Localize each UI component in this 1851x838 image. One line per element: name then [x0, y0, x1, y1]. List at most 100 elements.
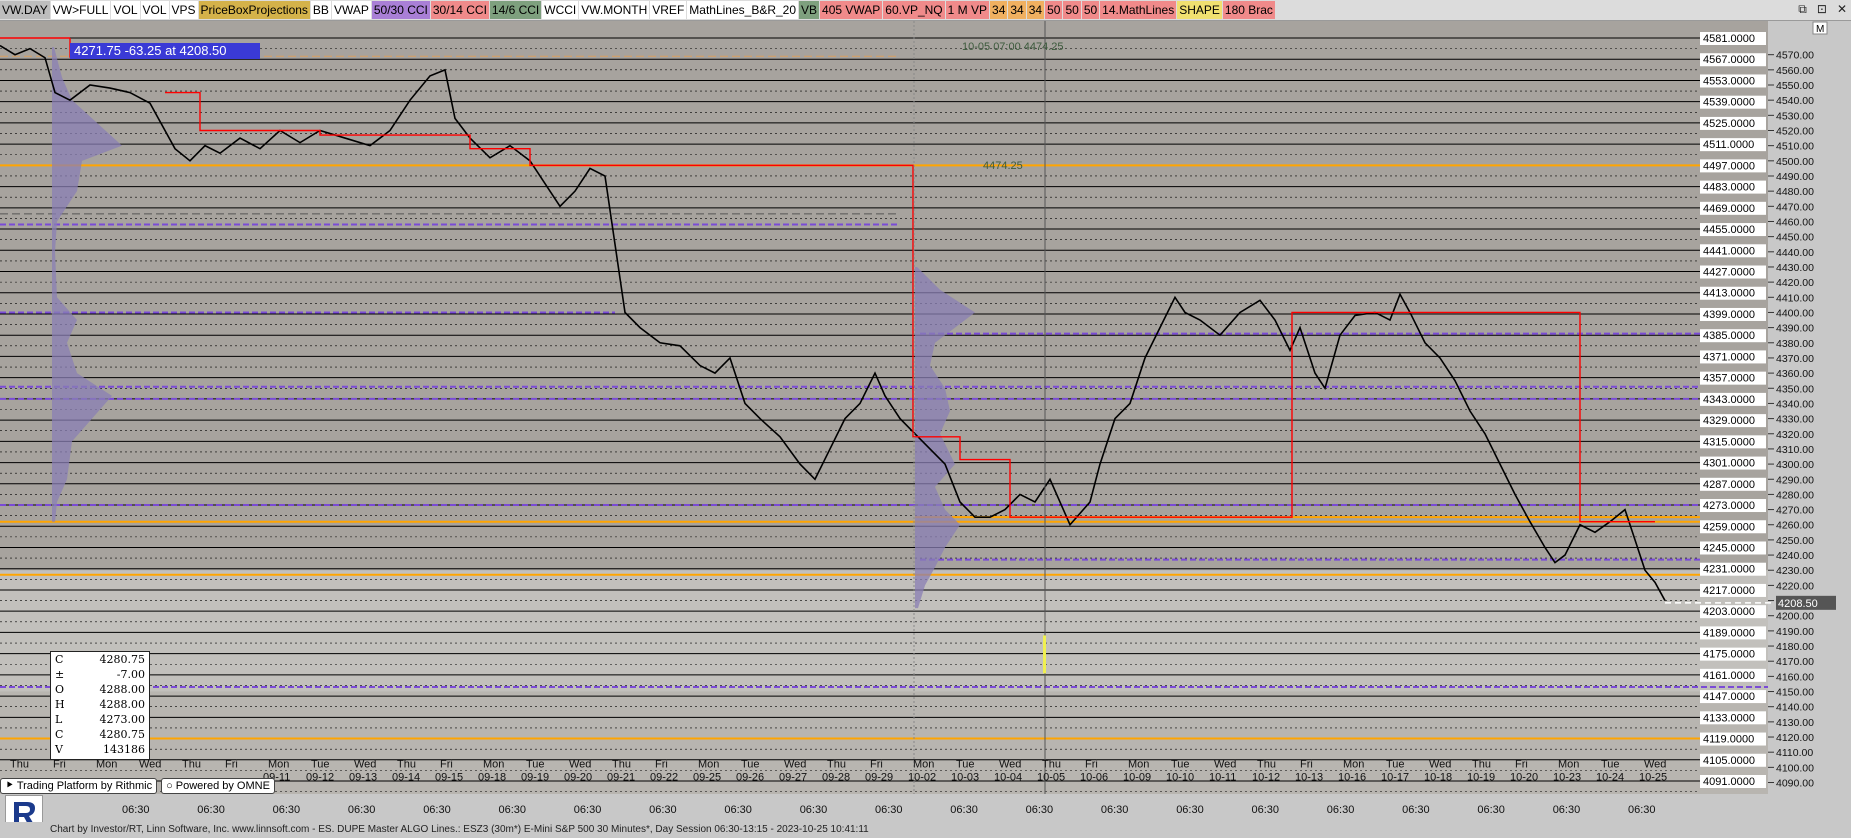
date-label: 10-18 [1424, 771, 1452, 783]
date-day-label: Mon [1343, 758, 1364, 770]
indicator-tab[interactable]: 14.MathLines [1100, 1, 1177, 19]
time-label: 06:30 [1252, 804, 1280, 816]
indicator-tab[interactable]: 1 M VP [945, 1, 990, 19]
time-label: 06:30 [1101, 804, 1129, 816]
rithmic-label: Trading Platform by Rithmic [16, 780, 153, 792]
axis-tick-label: 4110.00 [1776, 747, 1813, 759]
branding-bar: ⯈ Trading Platform by Rithmic ○ Powered … [0, 778, 279, 794]
axis-tick-label: 4100.00 [1776, 762, 1814, 774]
price-label: 4119.0000 [1703, 734, 1754, 746]
date-day-label: Fri [655, 758, 668, 770]
date-label: 10-23 [1553, 771, 1581, 783]
axis-tick-label: 4260.00 [1776, 520, 1814, 532]
date-day-label: Thu [1257, 758, 1276, 770]
axis-tick-label: 4400.00 [1776, 307, 1814, 319]
price-label: 4287.0000 [1703, 479, 1755, 491]
date-label: 09-20 [564, 771, 592, 783]
indicator-tab[interactable]: VREF [650, 1, 687, 19]
indicator-tab[interactable]: 50 [1045, 1, 1063, 19]
time-label: 06:30 [122, 804, 150, 816]
axis-tick-label: 4150.00 [1776, 687, 1814, 699]
axis-tick-label: 4180.00 [1776, 641, 1814, 653]
time-label: 06:30 [1402, 804, 1430, 816]
axis-tick-label: 4190.00 [1776, 626, 1814, 638]
footer-bar: Chart by Investor/RT, Linn Software, Inc… [0, 822, 1851, 837]
price-chart[interactable]: 4271.75 -63.25 at 4208.50 10-05 07:00 447… [0, 21, 1851, 822]
date-day-label: Fri [225, 758, 238, 770]
lower-band [0, 570, 1768, 692]
maximize-icon[interactable]: ⊡ [1817, 2, 1827, 17]
ohlc-key: C [55, 728, 64, 741]
axis-tick-label: 4140.00 [1776, 702, 1814, 714]
play-icon: ⯈ [5, 779, 14, 792]
date-label: 09-14 [392, 771, 420, 783]
indicator-tab[interactable]: SHAPE [1177, 1, 1222, 19]
indicator-tab[interactable]: 405 VWAP [820, 1, 883, 19]
indicator-tab[interactable]: VWAP [331, 1, 371, 19]
price-label: 4483.0000 [1703, 182, 1755, 194]
axis-tick-label: 4290.00 [1776, 474, 1814, 486]
indicator-tab[interactable]: VW.DAY [0, 1, 50, 19]
date-label: 10-04 [994, 771, 1022, 783]
axis-tick-label: 4280.00 [1776, 489, 1814, 501]
restore-icon[interactable]: ⧉ [1798, 2, 1807, 17]
date-day-label: Fri [1085, 758, 1098, 770]
omne-badge[interactable]: ○ Powered by OMNE [161, 778, 275, 794]
date-day-label: Fri [1515, 758, 1528, 770]
indicator-tab[interactable]: 50/30 CCI [371, 1, 430, 19]
time-label: 06:30 [649, 804, 677, 816]
indicator-tab[interactable]: VW>FULL [50, 1, 111, 19]
indicator-tab[interactable]: 30/14 CCI [430, 1, 489, 19]
date-day-label: Mon [483, 758, 504, 770]
indicator-tab[interactable]: VW.MONTH [579, 1, 650, 19]
axis-tick-label: 4230.00 [1776, 565, 1814, 577]
indicator-tab[interactable]: VPS [169, 1, 198, 19]
indicator-tab[interactable]: WCCI [542, 1, 579, 19]
close-icon[interactable]: ✕ [1837, 2, 1847, 17]
date-day-label: Wed [569, 758, 591, 770]
ohlc-key: H [55, 698, 65, 711]
date-day-label: Thu [827, 758, 846, 770]
indicator-tab[interactable]: 34 [1008, 1, 1026, 19]
indicator-tab[interactable]: 50 [1063, 1, 1081, 19]
date-day-label: Mon [913, 758, 934, 770]
indicator-tab[interactable]: VOL [140, 1, 169, 19]
indicator-tab[interactable]: 34 [990, 1, 1008, 19]
indicator-tab[interactable]: 60.VP_NQ [883, 1, 945, 19]
date-label: 09-28 [822, 771, 850, 783]
price-label: 4371.0000 [1703, 351, 1755, 363]
indicator-tab[interactable]: PriceBoxProjections [198, 1, 310, 19]
ohlc-row: ± -7.00 [51, 667, 149, 682]
time-label: 06:30 [499, 804, 527, 816]
date-label: 09-18 [478, 771, 506, 783]
indicator-tab[interactable]: VOL [111, 1, 140, 19]
time-label: 06:30 [197, 804, 225, 816]
axis-tick-label: 4310.00 [1776, 444, 1814, 456]
axis-tick-label: 4410.00 [1776, 292, 1814, 304]
date-day-label: Wed [1429, 758, 1451, 770]
axis-tick-label: 4500.00 [1776, 156, 1814, 168]
indicator-tab[interactable]: 34 [1026, 1, 1045, 19]
indicator-tab[interactable]: 180 Brac [1222, 1, 1275, 19]
indicator-tab[interactable]: 14/6 CCI [489, 1, 542, 19]
indicator-tab[interactable]: BB [310, 1, 331, 19]
indicator-tab[interactable]: MathLines_B&R_20 [687, 1, 799, 19]
time-label: 06:30 [1553, 804, 1581, 816]
price-label: 4245.0000 [1703, 542, 1755, 554]
rithmic-badge[interactable]: ⯈ Trading Platform by Rithmic [0, 778, 158, 794]
indicator-tab[interactable]: VB [799, 1, 820, 19]
date-day-label: Thu [10, 758, 29, 770]
ohlc-row: V 143186 [51, 742, 149, 757]
date-label: 10-10 [1166, 771, 1194, 783]
indicator-tab[interactable]: 50 [1081, 1, 1100, 19]
date-day-label: Fri [53, 758, 66, 770]
date-label: 09-29 [865, 771, 893, 783]
date-label: 09-26 [736, 771, 764, 783]
date-day-label: Mon [1128, 758, 1149, 770]
price-label: 4343.0000 [1703, 394, 1755, 406]
ohlc-value: 4288.00 [99, 698, 146, 711]
date-day-label: Wed [784, 758, 806, 770]
date-day-label: Tue [741, 758, 760, 770]
ohlc-row: C 4280.75 [51, 652, 149, 667]
axis-tick-label: 4540.00 [1776, 95, 1814, 107]
